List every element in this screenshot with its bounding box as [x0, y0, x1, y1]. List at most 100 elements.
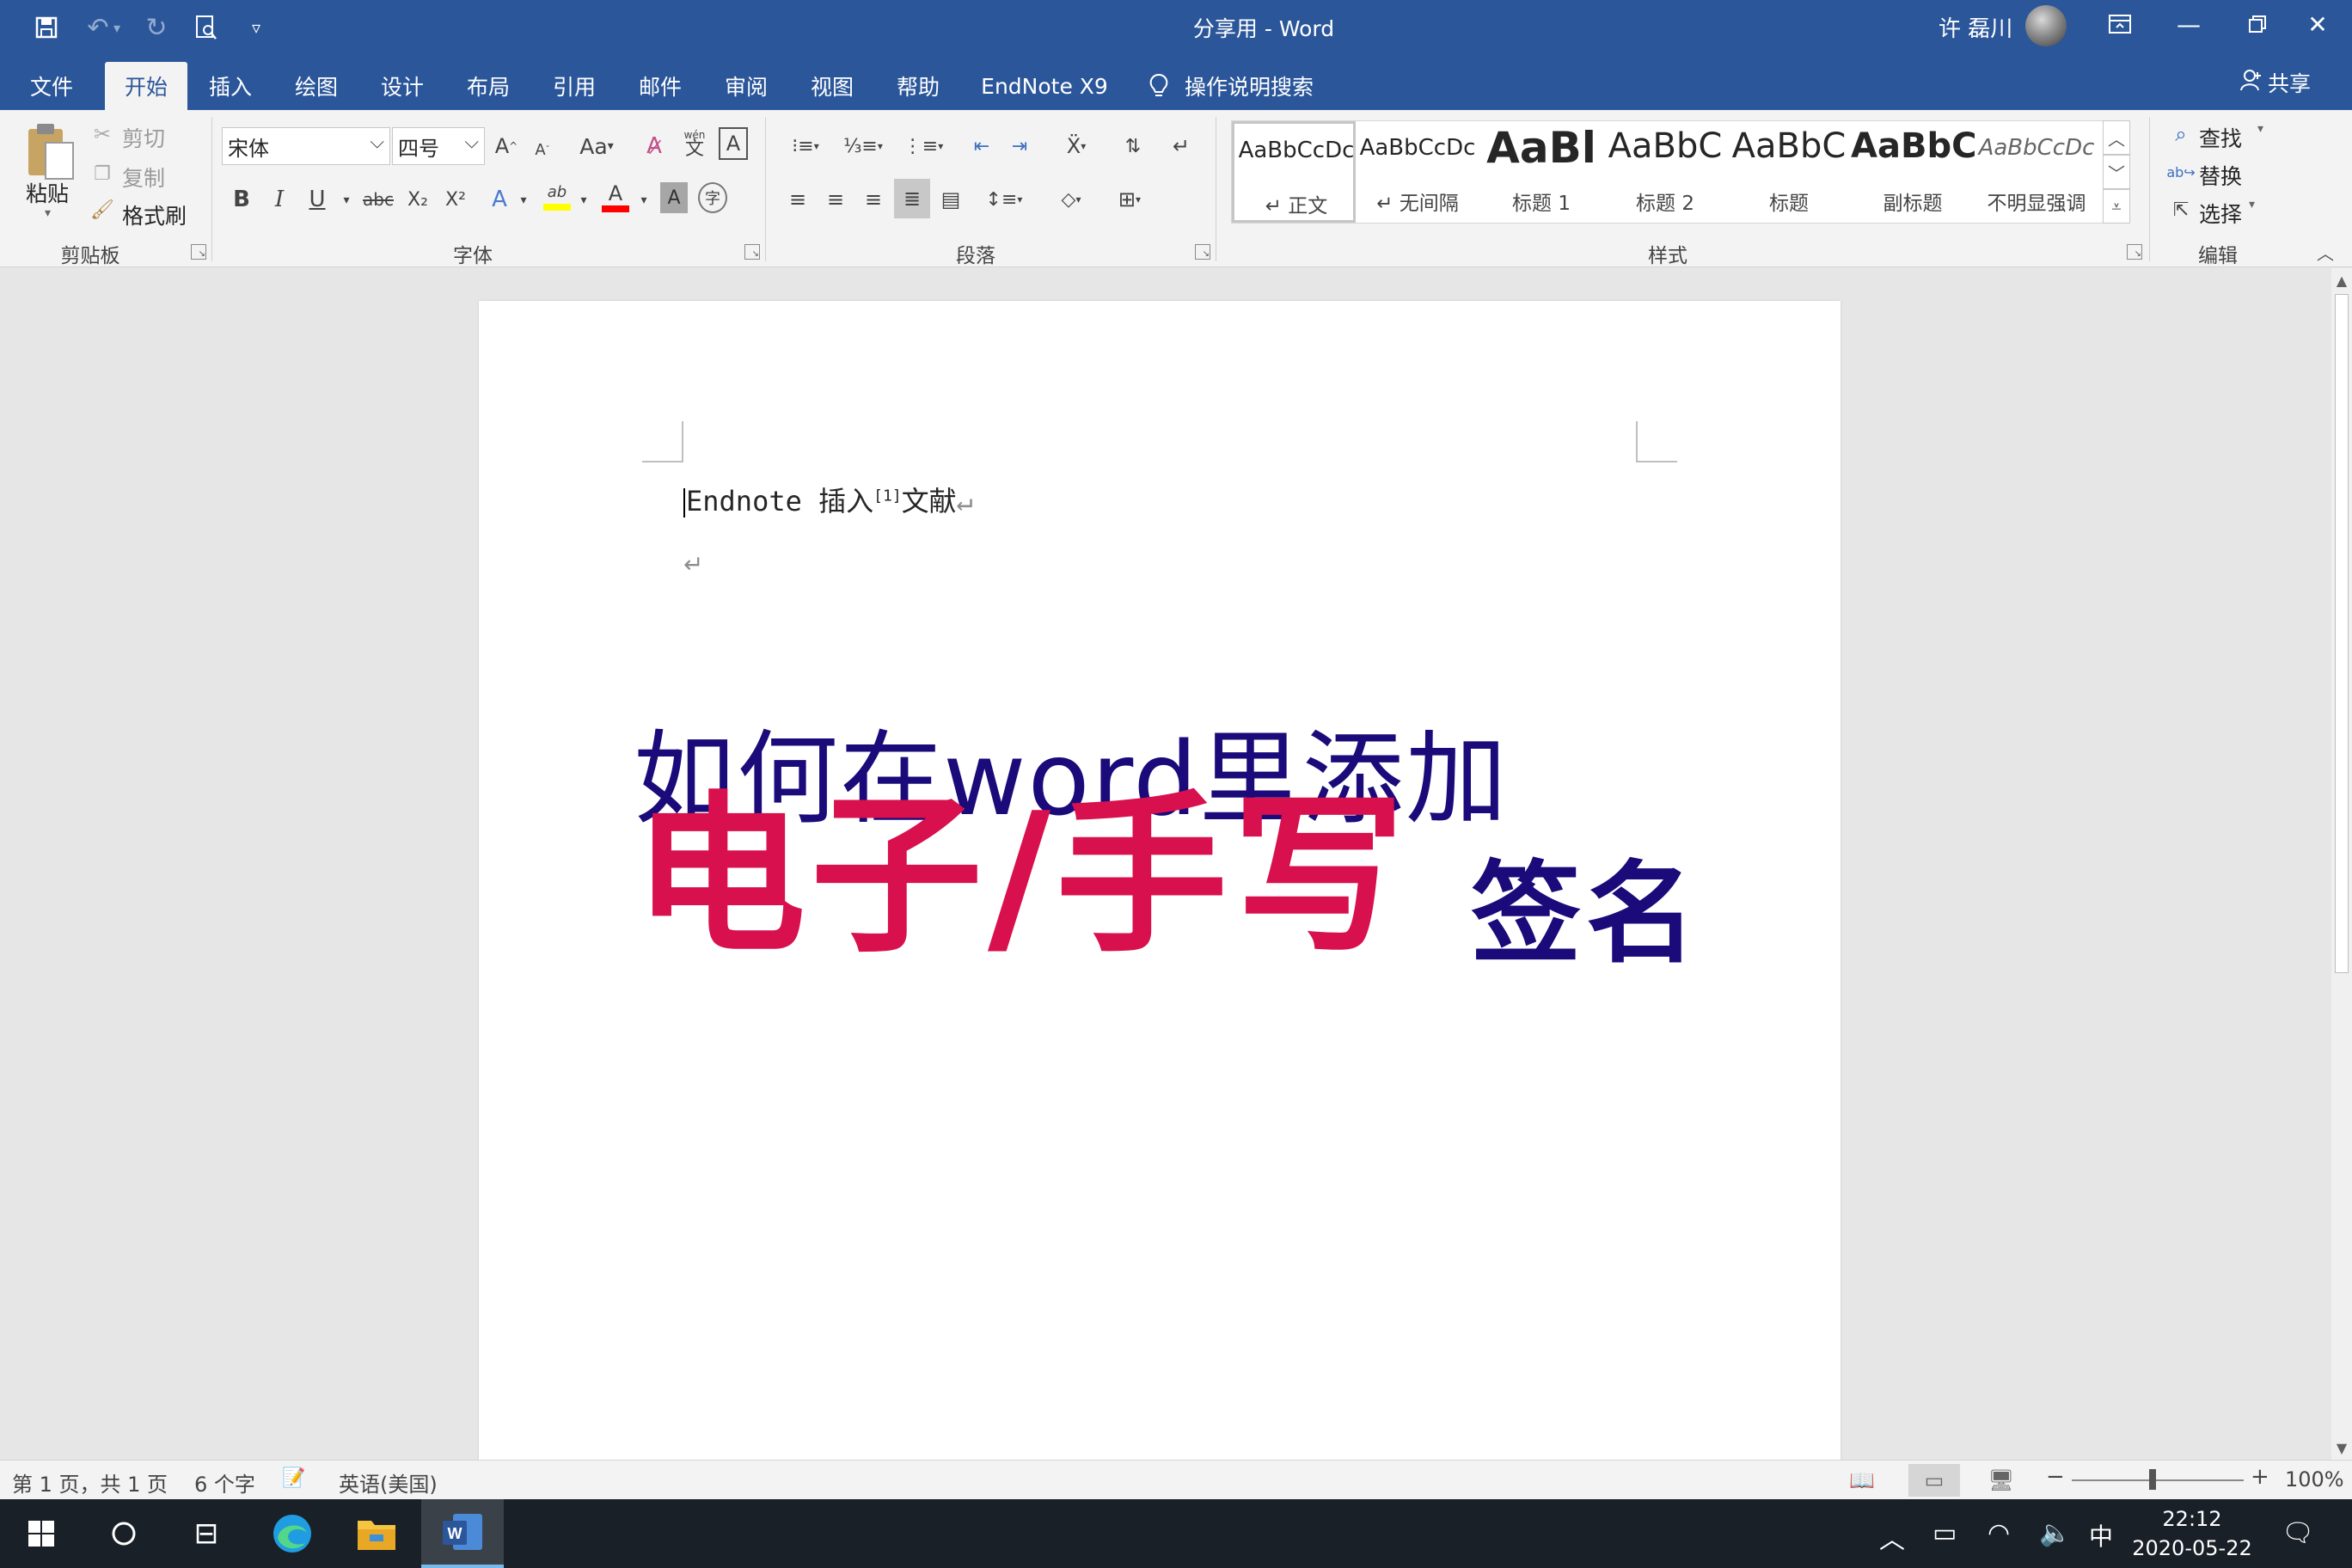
scroll-down-icon[interactable]: ▼	[2331, 1437, 2352, 1458]
tell-me-search[interactable]: 操作说明搜索	[1185, 62, 1339, 110]
format-painter-button[interactable]: 格式刷	[122, 199, 187, 230]
sort-icon[interactable]: ⇅	[1118, 129, 1148, 163]
zoom-in-icon[interactable]: +	[2251, 1464, 2269, 1490]
tab-endnote[interactable]: EndNote X9	[971, 62, 1118, 110]
zoom-level[interactable]: 100%	[2285, 1467, 2344, 1491]
search-icon[interactable]	[83, 1499, 165, 1568]
chinese-layout-icon[interactable]: Ẍ ▾	[1050, 129, 1102, 163]
highlight-button[interactable]: ab	[540, 179, 574, 217]
redo-icon[interactable]: ↻	[134, 0, 179, 55]
select-dropdown-icon[interactable]: ▾	[2249, 198, 2255, 211]
print-preview-icon[interactable]	[184, 0, 229, 55]
numbering-icon[interactable]: ⅓≡ ▾	[837, 129, 889, 163]
battery-icon[interactable]: ▭	[1932, 1518, 1957, 1548]
text-effects-dropdown-icon[interactable]: ▾	[516, 187, 531, 213]
user-name[interactable]: 许 磊川	[1939, 11, 2012, 43]
tab-draw[interactable]: 绘图	[282, 62, 351, 110]
borders-icon[interactable]: ⊞ ▾	[1106, 182, 1154, 217]
share-button[interactable]: 共享	[2240, 67, 2311, 98]
paragraph-launcher-icon[interactable]: ↘	[1195, 244, 1210, 260]
collapse-ribbon-icon[interactable]: ︿	[2312, 239, 2338, 265]
file-explorer-icon[interactable]	[335, 1499, 418, 1568]
close-icon[interactable]: ✕	[2283, 0, 2352, 48]
shrink-font-icon[interactable]: Aˇ	[530, 132, 555, 167]
align-right-icon[interactable]: ≡	[858, 182, 889, 217]
tab-layout[interactable]: 布局	[454, 62, 523, 110]
document-page[interactable]: Endnote 插入[1]文献↵ ↵ 如何在word里添加 电子/手写 签名	[479, 301, 1841, 1460]
tab-help[interactable]: 帮助	[884, 62, 952, 110]
ime-indicator[interactable]: 中	[2089, 1518, 2113, 1553]
windows-start-icon[interactable]	[0, 1499, 83, 1568]
clear-formatting-icon[interactable]: A̷	[640, 129, 669, 163]
style-no-spacing[interactable]: AaBbCcDc ↵ 无间隔	[1356, 121, 1479, 223]
tab-review[interactable]: 审阅	[712, 62, 781, 110]
gallery-more-icon[interactable]: ⩡	[2103, 189, 2130, 224]
task-view-icon[interactable]: ⊟	[165, 1499, 248, 1568]
proofing-icon[interactable]: 📝	[282, 1467, 305, 1489]
style-heading-1[interactable]: AaBl 标题 1	[1479, 121, 1603, 223]
multilevel-list-icon[interactable]: ⋮≡ ▾	[897, 129, 949, 163]
paste-icon[interactable]	[22, 117, 79, 186]
minimize-icon[interactable]: —	[2154, 0, 2223, 48]
styles-launcher-icon[interactable]: ↘	[2127, 244, 2142, 260]
highlight-dropdown-icon[interactable]: ▾	[576, 187, 591, 213]
line-spacing-icon[interactable]: ↕≡ ▾	[980, 182, 1028, 217]
justify-icon[interactable]: ≣	[894, 179, 930, 218]
clock[interactable]: 22:12 2020-05-22	[2123, 1504, 2261, 1563]
character-shading-button[interactable]: A	[660, 182, 688, 213]
show-hidden-icons-icon[interactable]: ︿	[1879, 1518, 1905, 1556]
avatar[interactable]	[2025, 5, 2067, 46]
distributed-icon[interactable]: ▤	[935, 182, 966, 217]
align-left-icon[interactable]: ≡	[782, 182, 813, 217]
read-mode-icon[interactable]: 📖	[1836, 1464, 1888, 1497]
style-title[interactable]: AaBbC 标题	[1727, 121, 1851, 223]
tab-references[interactable]: 引用	[540, 62, 609, 110]
show-marks-icon[interactable]: ↵	[1166, 129, 1197, 163]
subscript-button[interactable]: X₂	[402, 182, 433, 217]
ribbon-display-icon[interactable]	[2086, 0, 2154, 48]
undo-dropdown-icon[interactable]: ▾	[107, 0, 127, 55]
style-subtitle[interactable]: AaBbC 副标题	[1851, 121, 1975, 223]
grow-font-icon[interactable]: A ^	[493, 129, 519, 163]
citation-marker[interactable]: [1]	[873, 487, 902, 505]
save-icon[interactable]	[24, 0, 69, 55]
gallery-down-icon[interactable]: ﹀	[2103, 155, 2130, 189]
find-dropdown-icon[interactable]: ▾	[2257, 122, 2263, 136]
increase-indent-icon[interactable]: ⇥	[1004, 129, 1035, 163]
restore-icon[interactable]	[2223, 0, 2292, 48]
character-border-icon[interactable]: A	[719, 127, 748, 160]
underline-dropdown-icon[interactable]: ▾	[339, 187, 354, 213]
decrease-indent-icon[interactable]: ⇤	[966, 129, 997, 163]
tab-design[interactable]: 设计	[368, 62, 437, 110]
font-size-select[interactable]: 四号 ⌵	[392, 127, 485, 165]
tab-view[interactable]: 视图	[798, 62, 867, 110]
tab-home[interactable]: 开始	[105, 62, 187, 110]
tab-file[interactable]: 文件	[15, 62, 88, 110]
style-normal[interactable]: AaBbCcDc ↵ 正文	[1232, 121, 1356, 223]
strikethrough-button[interactable]: abc	[361, 182, 395, 217]
edge-icon[interactable]	[251, 1499, 334, 1568]
page-count[interactable]: 第 1 页，共 1 页	[12, 1467, 168, 1498]
phonetic-guide-icon[interactable]: wén 文	[679, 126, 710, 163]
shading-icon[interactable]: ◇ ▾	[1047, 182, 1095, 217]
find-button[interactable]: 查找	[2199, 122, 2242, 153]
enclose-characters-button[interactable]: 字	[698, 182, 727, 213]
zoom-out-icon[interactable]: −	[2046, 1464, 2065, 1490]
italic-button[interactable]: I	[266, 182, 292, 217]
scroll-thumb[interactable]	[2335, 294, 2349, 973]
customize-quick-access-icon[interactable]: ▿	[234, 0, 279, 55]
superscript-button[interactable]: X²	[440, 182, 471, 217]
print-layout-icon[interactable]: ▭	[1908, 1464, 1960, 1497]
tab-insert[interactable]: 插入	[196, 62, 265, 110]
word-count[interactable]: 6 个字	[194, 1467, 255, 1498]
paste-dropdown-icon[interactable]: ▾	[45, 206, 51, 220]
language[interactable]: 英语(美国)	[339, 1467, 438, 1498]
change-case-button[interactable]: Aa ▾	[573, 129, 621, 163]
zoom-slider-thumb[interactable]	[2149, 1469, 2156, 1490]
clipboard-launcher-icon[interactable]: ↘	[191, 244, 206, 260]
style-heading-2[interactable]: AaBbC 标题 2	[1603, 121, 1727, 223]
tab-mailings[interactable]: 邮件	[626, 62, 695, 110]
style-subtle-emphasis[interactable]: AaBbCcDc 不明显强调	[1975, 121, 2098, 223]
cut-button[interactable]: 剪切	[122, 122, 165, 153]
bullets-icon[interactable]: ⁝≡ ▾	[782, 129, 829, 163]
